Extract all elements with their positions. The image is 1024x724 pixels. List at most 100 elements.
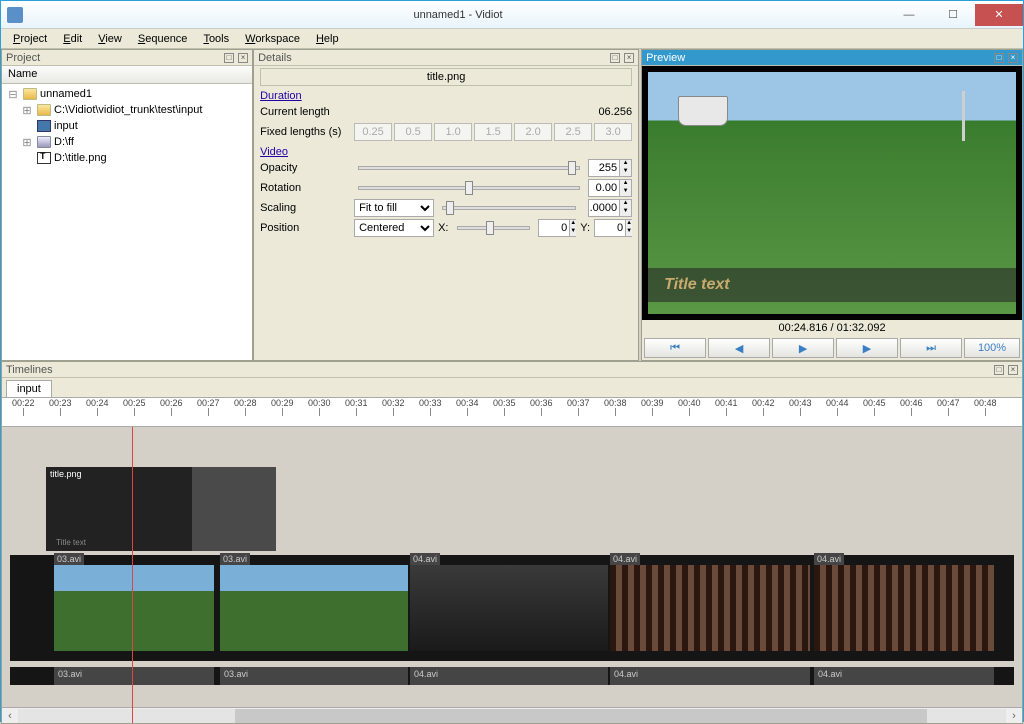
audio-clip[interactable]: 03.avi <box>220 667 408 685</box>
window-titlebar: unnamed1 - Vidiot — ☐ ✕ <box>1 1 1023 29</box>
menu-help[interactable]: Help <box>308 31 347 47</box>
fixed-length-button[interactable]: 0.5 <box>394 123 432 141</box>
ruler-tick: 00:38 <box>604 398 627 416</box>
audio-clip[interactable]: 04.avi <box>610 667 810 685</box>
current-length-label: Current length <box>260 106 350 118</box>
fixed-length-button[interactable]: 2.0 <box>514 123 552 141</box>
ruler-tick: 00:33 <box>419 398 442 416</box>
fixed-length-button[interactable]: 0.25 <box>354 123 392 141</box>
rotation-spinner[interactable]: ▲▼ <box>588 179 632 197</box>
audio-clip[interactable]: 04.avi <box>410 667 608 685</box>
ruler-tick: 00:40 <box>678 398 701 416</box>
opacity-spinner[interactable]: ▲▼ <box>588 159 632 177</box>
tree-item[interactable]: ⊞D:\ff <box>6 134 248 150</box>
y-spinner[interactable]: ▲▼ <box>594 219 632 237</box>
ruler-tick: 00:45 <box>863 398 886 416</box>
ruler-tick: 00:32 <box>382 398 405 416</box>
video-clip[interactable]: 03.avi <box>220 565 408 651</box>
audio-clip[interactable]: 03.avi <box>54 667 214 685</box>
ruler-tick: 00:28 <box>234 398 257 416</box>
video-clip[interactable]: 03.avi <box>54 565 214 651</box>
step-back-button[interactable]: ◀ <box>708 338 770 358</box>
close-button[interactable]: ✕ <box>975 4 1023 26</box>
position-select[interactable]: Centered <box>354 219 434 237</box>
rotation-slider[interactable] <box>358 186 580 190</box>
timeline-tab[interactable]: input <box>6 380 52 397</box>
clip-label: 04.avi <box>814 553 844 565</box>
scaling-spinner[interactable]: ▲▼ <box>588 199 632 217</box>
menu-tools[interactable]: Tools <box>195 31 237 47</box>
scaling-slider[interactable] <box>442 206 576 210</box>
play-button[interactable]: ▶ <box>772 338 834 358</box>
ruler-tick: 00:23 <box>49 398 72 416</box>
goto-end-button[interactable]: ⏭ <box>900 338 962 358</box>
video-clip[interactable]: 04.avi <box>410 565 608 651</box>
ruler-tick: 00:44 <box>826 398 849 416</box>
x-slider[interactable] <box>457 226 531 230</box>
panel-close-icon[interactable]: × <box>238 53 248 63</box>
audio-track[interactable]: 03.avi03.avi04.avi04.avi04.avi <box>10 667 1014 685</box>
title-clip-tail[interactable] <box>192 467 276 551</box>
clip-label: 04.avi <box>410 553 440 565</box>
project-tree[interactable]: ⊟unnamed1 ⊞C:\Vidiot\vidiot_trunk\test\i… <box>2 84 252 360</box>
ruler-tick: 00:30 <box>308 398 331 416</box>
ruler-tick: 00:48 <box>974 398 997 416</box>
menu-workspace[interactable]: Workspace <box>237 31 308 47</box>
ruler-tick: 00:47 <box>937 398 960 416</box>
playhead[interactable] <box>132 427 133 723</box>
tree-item[interactable]: input <box>6 118 248 134</box>
pole-graphic <box>962 91 965 141</box>
audio-clip[interactable]: 04.avi <box>814 667 994 685</box>
clip-label: 03.avi <box>220 553 250 565</box>
ruler-tick: 00:25 <box>123 398 146 416</box>
scaling-label: Scaling <box>260 202 350 214</box>
ruler-tick: 00:42 <box>752 398 775 416</box>
goto-start-button[interactable]: ⏮ <box>644 338 706 358</box>
video-clip[interactable]: 04.avi <box>610 565 810 651</box>
opacity-slider[interactable] <box>358 166 580 170</box>
scroll-right-button[interactable]: › <box>1006 710 1022 722</box>
timeline-hscrollbar[interactable]: ‹ › <box>2 707 1022 723</box>
scaling-select[interactable]: Fit to fill <box>354 199 434 217</box>
panel-max-icon[interactable]: □ <box>994 53 1004 63</box>
panel-close-icon[interactable]: × <box>1008 365 1018 375</box>
project-name-column[interactable]: Name <box>2 66 252 84</box>
tree-item[interactable]: ⊞C:\Vidiot\vidiot_trunk\test\input <box>6 102 248 118</box>
panel-max-icon[interactable]: □ <box>610 53 620 63</box>
tree-item[interactable]: D:\title.png <box>6 150 248 166</box>
app-icon <box>7 7 23 23</box>
timelines-panel: Timelines □× input 00:2200:2300:2400:250… <box>1 361 1023 724</box>
preview-panel-title: Preview <box>646 52 685 64</box>
step-forward-button[interactable]: ▶ <box>836 338 898 358</box>
folder-icon <box>23 88 37 100</box>
video-clip[interactable]: 04.avi <box>814 565 994 651</box>
video-track[interactable]: 03.avi03.avi04.avi04.avi04.avi <box>10 555 1014 661</box>
clip-label: 04.avi <box>610 553 640 565</box>
minimize-button[interactable]: — <box>887 4 931 26</box>
maximize-button[interactable]: ☐ <box>931 4 975 26</box>
menu-view[interactable]: View <box>90 31 130 47</box>
x-spinner[interactable]: ▲▼ <box>538 219 576 237</box>
scroll-thumb[interactable] <box>235 709 927 723</box>
project-panel-title: Project <box>6 52 40 64</box>
menu-sequence[interactable]: Sequence <box>130 31 196 47</box>
fixed-length-button[interactable]: 3.0 <box>594 123 632 141</box>
fixed-length-button[interactable]: 2.5 <box>554 123 592 141</box>
panel-close-icon[interactable]: × <box>1008 53 1018 63</box>
panel-max-icon[interactable]: □ <box>994 365 1004 375</box>
fixed-length-button[interactable]: 1.0 <box>434 123 472 141</box>
zoom-display[interactable]: 100% <box>964 338 1020 358</box>
duration-section: Duration <box>260 90 632 102</box>
scroll-left-button[interactable]: ‹ <box>2 710 18 722</box>
preview-timecode: 00:24.816 / 01:32.092 <box>642 320 1022 336</box>
panel-max-icon[interactable]: □ <box>224 53 234 63</box>
fixed-length-button[interactable]: 1.5 <box>474 123 512 141</box>
preview-viewport[interactable]: Title text <box>642 66 1022 320</box>
timeline-body[interactable]: title.png Title text 03.avi03.avi04.avi0… <box>2 427 1022 723</box>
opacity-label: Opacity <box>260 162 350 174</box>
timeline-ruler[interactable]: 00:2200:2300:2400:2500:2600:2700:2800:29… <box>2 397 1022 427</box>
menu-project[interactable]: Project <box>5 31 55 47</box>
tree-root[interactable]: ⊟unnamed1 <box>6 86 248 102</box>
menu-edit[interactable]: Edit <box>55 31 90 47</box>
panel-close-icon[interactable]: × <box>624 53 634 63</box>
